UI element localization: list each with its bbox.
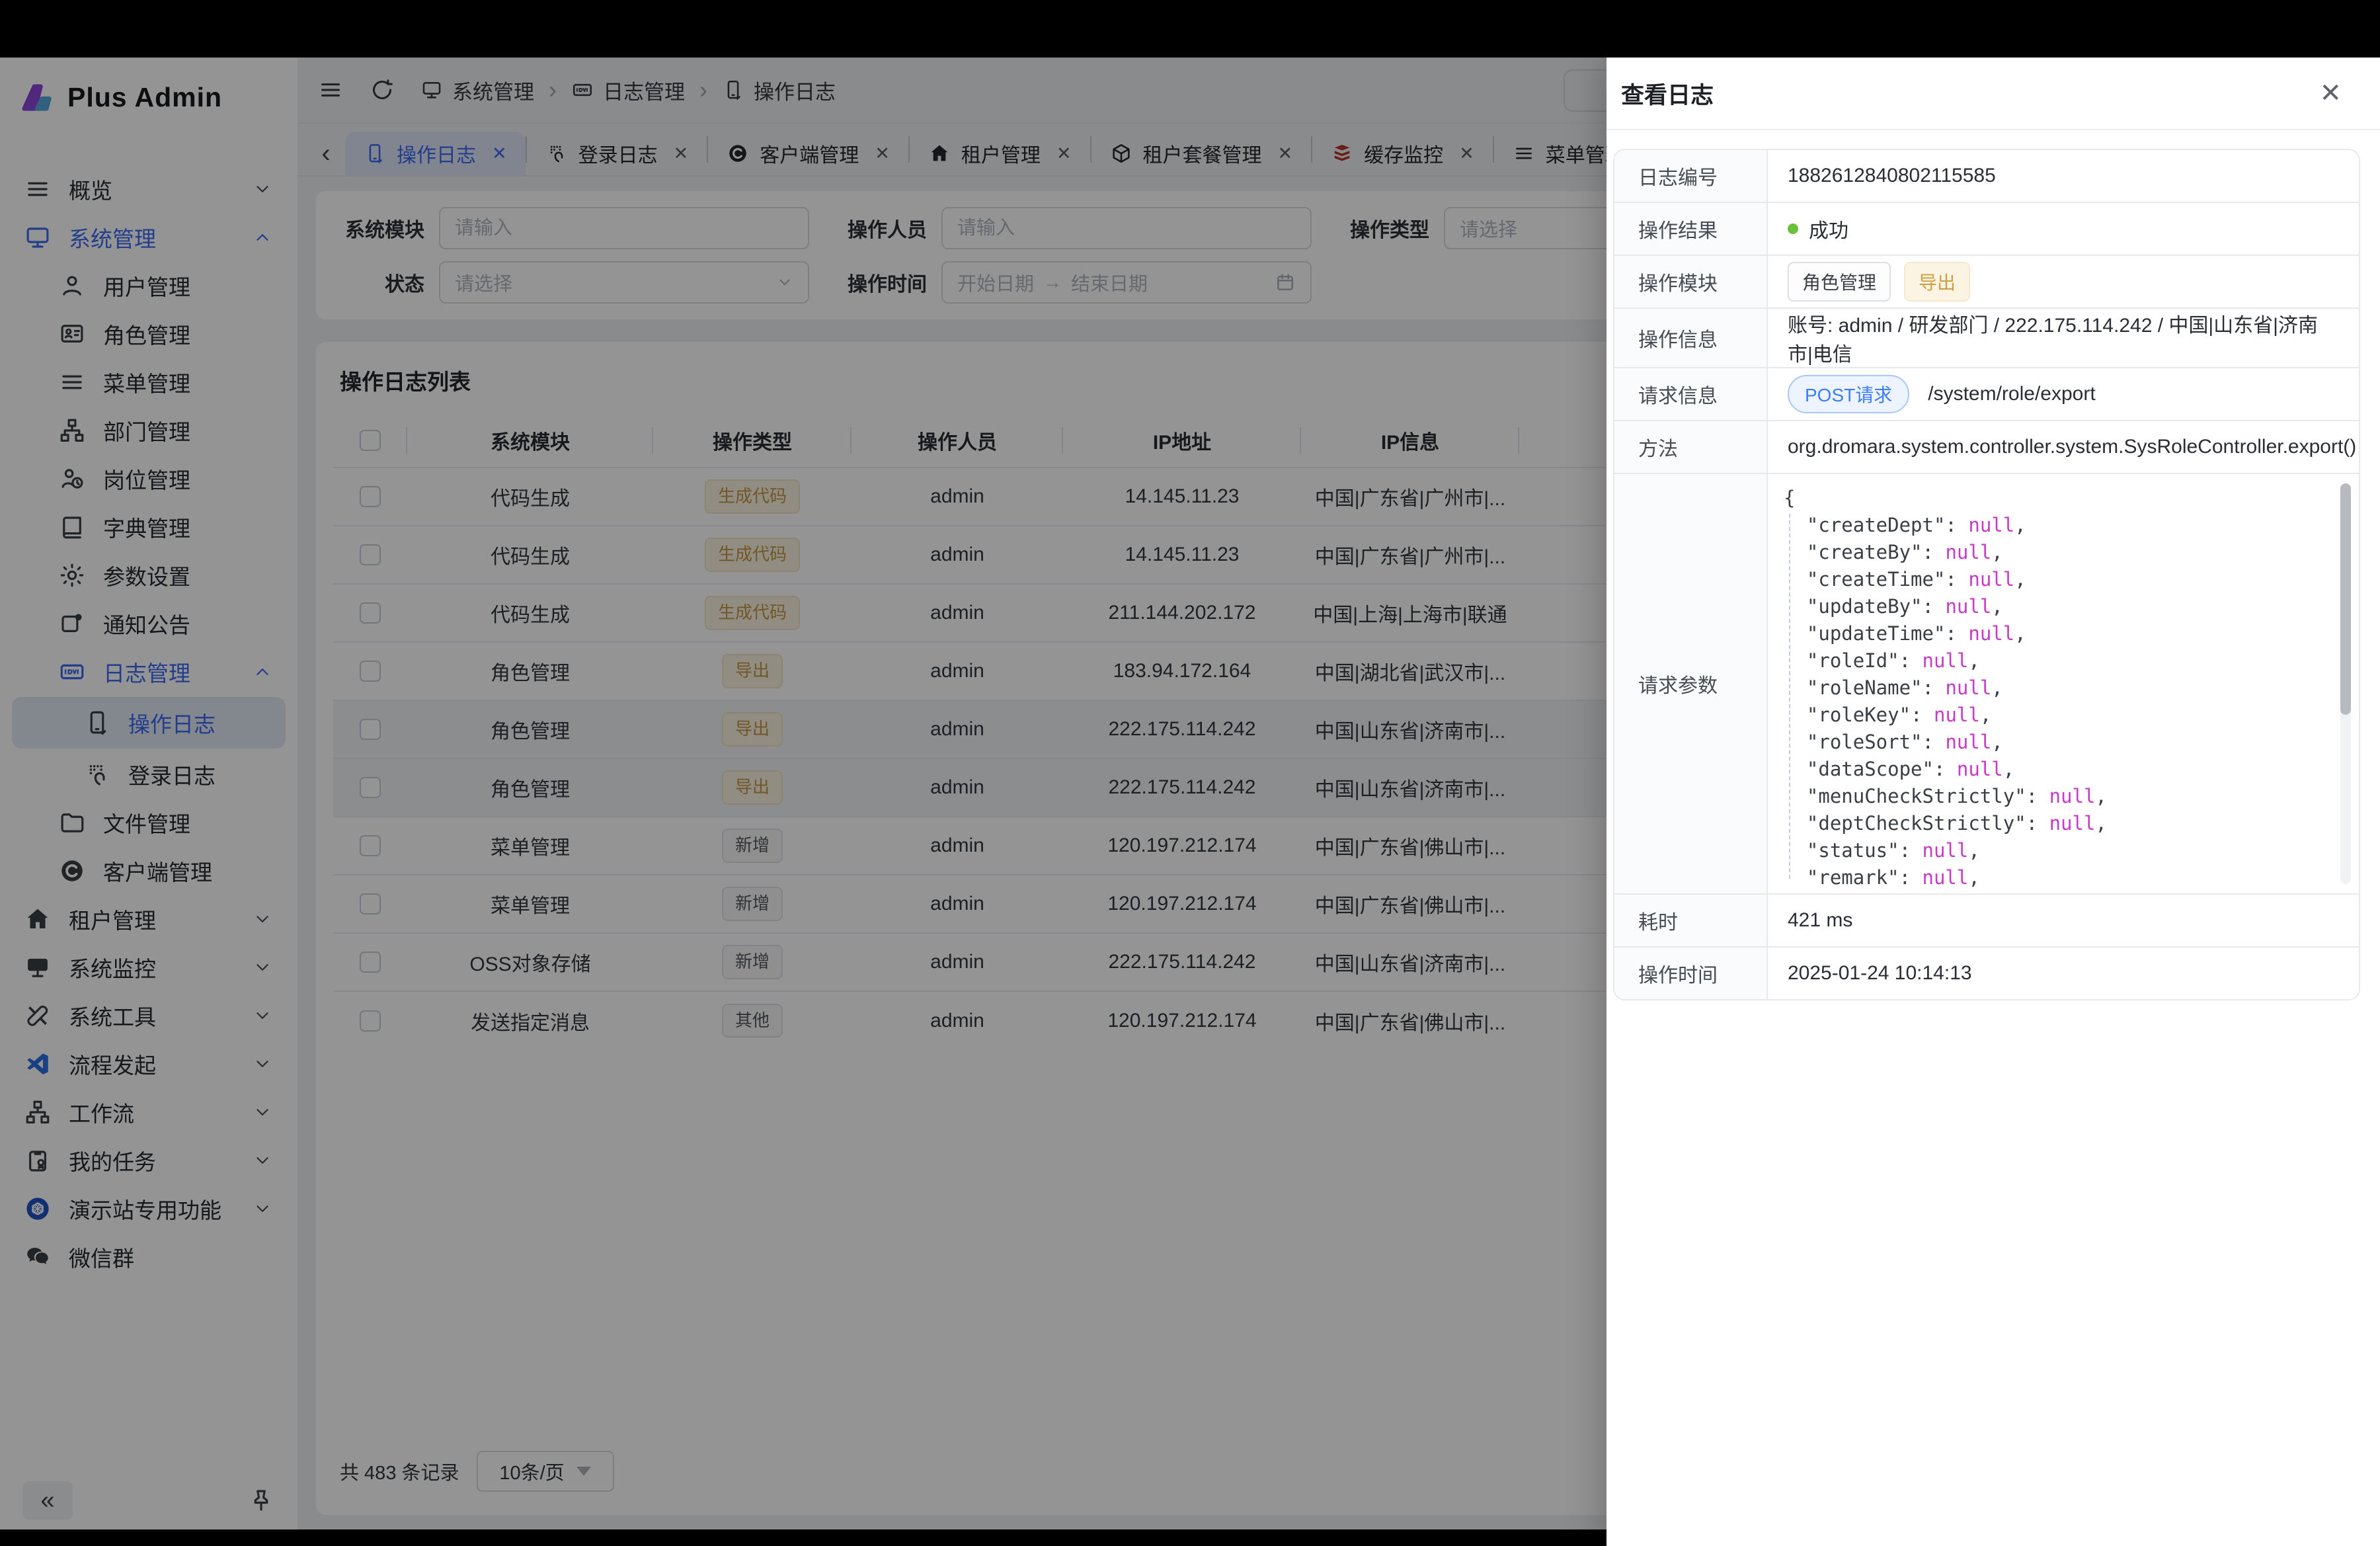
detail-label: 操作信息 (1614, 309, 1768, 367)
close-icon[interactable]: ✕ (2319, 80, 2342, 106)
code-line: "dataScope": null, (1784, 756, 2328, 783)
request-params-code: { "createDept": null, "createBy": null, … (1768, 474, 2359, 893)
detail-row: 操作结果 成功 (1614, 202, 2359, 255)
detail-label: 操作结果 (1614, 203, 1768, 255)
detail-row: 日志编号1882612840802115585 (1614, 150, 2359, 202)
top-black-strip (0, 0, 2380, 58)
code-line: "roleName": null, (1784, 674, 2328, 702)
log-detail-table: 日志编号1882612840802115585操作结果成功操作模块角色管理导出操… (1613, 149, 2360, 1000)
detail-row: 操作时间2025-01-24 10:14:13 (1614, 946, 2359, 999)
detail-value: 成功 (1768, 203, 2359, 255)
detail-value: POST请求/system/role/export (1768, 368, 2359, 420)
code-line: "createBy": null, (1784, 539, 2328, 566)
detail-value: 421 ms (1768, 895, 2359, 946)
code-line: "roleKey": null, (1784, 702, 2328, 729)
code-line: "createDept": null, (1784, 512, 2328, 539)
detail-label: 日志编号 (1614, 150, 1768, 202)
code-line: "updateTime": null, (1784, 620, 2328, 647)
drawer-title: 查看日志 (1621, 77, 1714, 110)
detail-value: { "createDept": null, "createBy": null, … (1768, 474, 2359, 893)
detail-value: 角色管理导出 (1768, 256, 2359, 307)
view-log-drawer: 查看日志 ✕ 日志编号1882612840802115585操作结果 成功操作模块… (1606, 58, 2380, 1546)
code-line: { (1784, 485, 2328, 512)
detail-row: 操作模块角色管理导出 (1614, 255, 2359, 307)
code-scrollbar-thumb[interactable] (2340, 483, 2351, 715)
detail-row: 耗时421 ms (1614, 893, 2359, 946)
code-line: "status": null, (1784, 837, 2328, 864)
detail-value: 2025-01-24 10:14:13 (1768, 948, 2359, 999)
detail-label: 方法 (1614, 421, 1768, 473)
detail-row: 请求信息POST请求/system/role/export (1614, 367, 2359, 420)
code-line: "updateBy": null, (1784, 593, 2328, 620)
detail-value: org.dromara.system.controller.system.Sys… (1768, 421, 2359, 473)
request-url: /system/role/export (1928, 383, 2095, 405)
detail-label: 耗时 (1614, 895, 1768, 946)
indent-guide (1789, 514, 1790, 879)
code-line: "remark": null, (1784, 864, 2328, 891)
detail-label: 请求信息 (1614, 368, 1768, 420)
detail-value: 1882612840802115585 (1768, 150, 2359, 202)
detail-row: 操作信息账号: admin / 研发部门 / 222.175.114.242 /… (1614, 307, 2359, 367)
code-line: "roleSort": null, (1784, 729, 2328, 756)
detail-label: 请求参数 (1614, 474, 1768, 893)
code-line: "menuCheckStrictly": null, (1784, 783, 2328, 810)
drawer-header: 查看日志 ✕ (1606, 58, 2380, 130)
status-text: 成功 (1809, 214, 1848, 243)
detail-label: 操作模块 (1614, 256, 1768, 307)
detail-value: 账号: admin / 研发部门 / 222.175.114.242 / 中国|… (1768, 309, 2359, 367)
module-tag: 角色管理 (1788, 262, 1891, 302)
module-tag: 导出 (1904, 262, 1970, 302)
post-request-badge: POST请求 (1788, 375, 1909, 413)
detail-row: 方法org.dromara.system.controller.system.S… (1614, 420, 2359, 473)
code-scrollbar[interactable] (2340, 483, 2351, 884)
success-dot-icon (1788, 224, 1798, 234)
code-line: "roleId": null, (1784, 647, 2328, 674)
detail-row: 请求参数 { "createDept": null, "createBy": n… (1614, 473, 2359, 893)
code-line: "deptCheckStrictly": null, (1784, 810, 2328, 837)
code-line: "createTime": null, (1784, 566, 2328, 593)
detail-label: 操作时间 (1614, 948, 1768, 999)
